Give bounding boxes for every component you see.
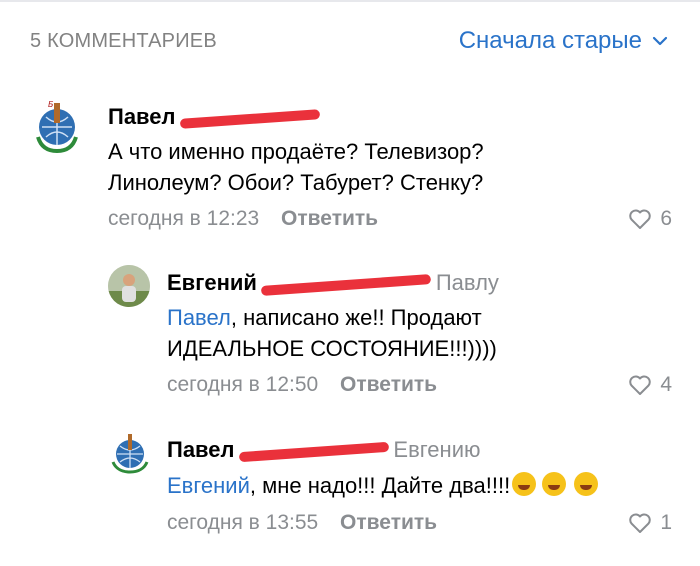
comment-author[interactable]: Павел <box>108 104 176 129</box>
like-count: 6 <box>660 207 672 230</box>
like-count: 4 <box>660 373 672 396</box>
comments-count: 5 КОММЕНТАРИЕВ <box>30 30 217 52</box>
comment-meta: сегодня в 12:23 Ответить <box>108 207 378 231</box>
comment-time: сегодня в 12:23 <box>108 207 260 230</box>
comment-text-fragment: , написано же!! Продают <box>230 305 482 330</box>
redaction-mark <box>179 109 321 129</box>
comment-text-line: ИДЕАЛЬНОЕ СОСТОЯНИЕ!!!)))) <box>167 336 497 361</box>
rofl-emoji-icon <box>574 472 599 496</box>
svg-text:Б: Б <box>48 100 54 109</box>
reply-button[interactable]: Ответить <box>340 511 437 534</box>
comment-header: Павел Евгению <box>167 437 480 463</box>
reply-to-label[interactable]: Евгению <box>393 437 480 462</box>
avatar[interactable] <box>108 265 150 307</box>
comment-text-line: Линолеум? Обои? Табурет? Стенку? <box>108 170 484 195</box>
comment-meta: сегодня в 13:55 Ответить <box>167 511 437 535</box>
comment-text: Павел, написано же!! Продают ИДЕАЛЬНОЕ С… <box>167 302 677 364</box>
redaction-mark <box>261 274 432 296</box>
reply-button[interactable]: Ответить <box>281 207 378 230</box>
heart-icon <box>629 513 652 533</box>
reply-button[interactable]: Ответить <box>340 373 437 396</box>
avatar[interactable] <box>108 430 152 474</box>
mention-link[interactable]: Евгений <box>167 473 250 498</box>
comment-author[interactable]: Евгений <box>167 270 257 295</box>
heart-icon <box>629 375 652 395</box>
comment-meta: сегодня в 12:50 Ответить <box>167 373 437 397</box>
chevron-down-icon <box>652 36 668 46</box>
redaction-mark <box>238 441 390 463</box>
comment-text: Евгений, мне надо!!! Дайте два!!!! <box>167 470 687 501</box>
reply-to-label[interactable]: Павлу <box>436 270 499 295</box>
rofl-emoji-icon <box>512 472 537 496</box>
comment-header: Евгений Павлу <box>167 270 499 296</box>
avatar[interactable]: Б <box>32 97 82 155</box>
sort-dropdown[interactable]: Сначала старые <box>459 27 668 55</box>
rofl-emoji-icon <box>542 472 567 496</box>
like-count: 1 <box>660 511 672 534</box>
comment-header: Павел <box>108 104 321 130</box>
comment-time: сегодня в 13:55 <box>167 511 319 534</box>
like-button[interactable]: 1 <box>628 511 672 535</box>
sort-label: Сначала старые <box>458 27 642 54</box>
heart-icon <box>629 209 652 229</box>
mention-link[interactable]: Павел <box>167 305 231 330</box>
like-button[interactable]: 6 <box>628 207 672 231</box>
comment-time: сегодня в 12:50 <box>167 373 319 396</box>
top-divider <box>0 0 700 2</box>
like-button[interactable]: 4 <box>628 373 672 397</box>
comment-text-line: Павел, написано же!! Продают <box>167 302 677 333</box>
comment-text: А что именно продаёте? Телевизор? Линоле… <box>108 136 668 198</box>
comment-text-line: А что именно продаёте? Телевизор? <box>108 139 484 164</box>
comment-author[interactable]: Павел <box>167 437 235 462</box>
comment-text-fragment: , мне надо!!! Дайте два!!!! <box>249 473 511 498</box>
